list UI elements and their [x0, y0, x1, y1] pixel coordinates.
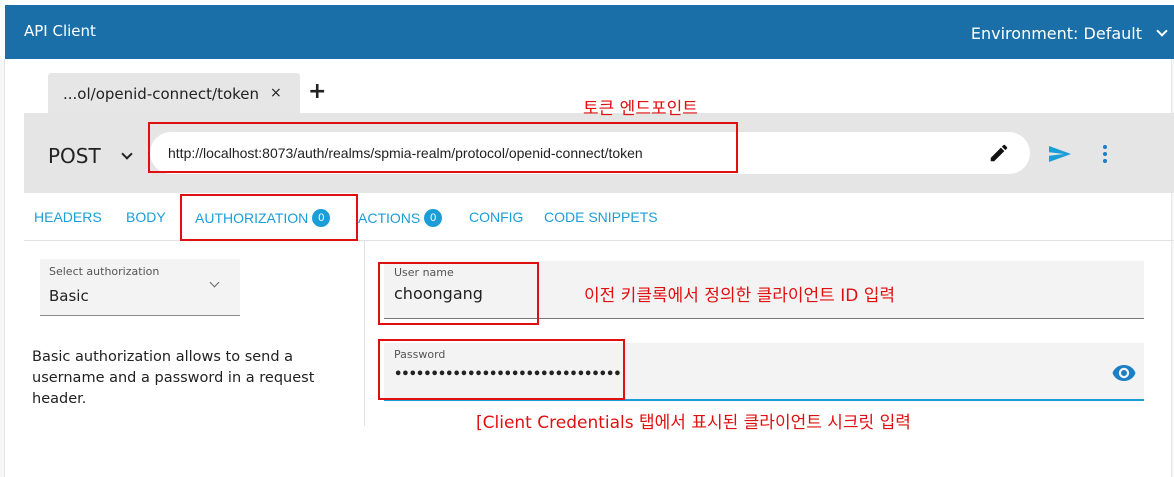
authorization-highlight-box — [180, 194, 358, 241]
authorization-select-label: Select authorization — [49, 265, 160, 278]
chevron-down-icon — [209, 277, 220, 288]
environment-selector[interactable]: Environment: Default — [970, 24, 1168, 43]
tab-headers-label: HEADERS — [34, 209, 102, 225]
add-tab-button[interactable]: + — [308, 79, 326, 104]
tab-body[interactable]: BODY — [126, 209, 166, 225]
tab-actions-label: ACTIONS — [358, 210, 421, 226]
client-id-annotation: 이전 키클록에서 정의한 클라이언트 ID 입력 — [584, 286, 896, 306]
tab-config-label: CONFIG — [469, 209, 524, 225]
authorization-select[interactable]: Select authorization Basic — [40, 259, 240, 316]
edit-icon[interactable] — [988, 142, 1010, 168]
authorization-select-value: Basic — [49, 287, 89, 305]
authorization-description: Basic authorization allows to send a use… — [32, 349, 315, 407]
actions-count-badge: 0 — [424, 209, 443, 227]
left-edge-panel — [0, 59, 5, 477]
eye-icon[interactable] — [1112, 364, 1136, 386]
app-window: API Client Environment: Default ...ol/op… — [0, 0, 1174, 477]
chevron-down-icon — [121, 147, 133, 160]
auth-method-panel: Select authorization Basic Basic authori… — [24, 241, 365, 426]
token-endpoint-annotation: 토큰 엔드포인트 — [583, 99, 698, 119]
method-label: POST — [48, 144, 101, 168]
password-highlight-box — [378, 339, 625, 400]
method-select[interactable]: POST — [48, 144, 133, 168]
client-secret-annotation: [Client Credentials 탭에서 표시된 클라이언트 시크릿 입력 — [476, 413, 911, 433]
top-bar: API Client Environment: Default — [5, 5, 1174, 59]
tab-config[interactable]: CONFIG — [469, 209, 523, 225]
tab-actions[interactable]: ACTIONS 0 — [358, 209, 443, 227]
request-tab[interactable]: ...ol/openid-connect/token × — [48, 73, 300, 113]
tab-body-label: BODY — [126, 209, 166, 225]
request-tab-label: ...ol/openid-connect/token — [63, 85, 260, 103]
more-options-icon[interactable] — [1102, 143, 1108, 165]
url-highlight-box — [148, 122, 738, 173]
username-highlight-box — [378, 262, 539, 325]
tab-headers[interactable]: HEADERS — [34, 209, 102, 225]
close-icon[interactable]: × — [270, 85, 282, 101]
chevron-down-icon — [1156, 25, 1168, 37]
app-title: API Client — [24, 22, 96, 40]
environment-label: Environment: Default — [970, 24, 1142, 43]
tab-code-snippets[interactable]: CODE SNIPPETS — [544, 209, 658, 225]
tab-code-snippets-label: CODE SNIPPETS — [544, 209, 658, 225]
send-icon[interactable] — [1048, 145, 1072, 167]
